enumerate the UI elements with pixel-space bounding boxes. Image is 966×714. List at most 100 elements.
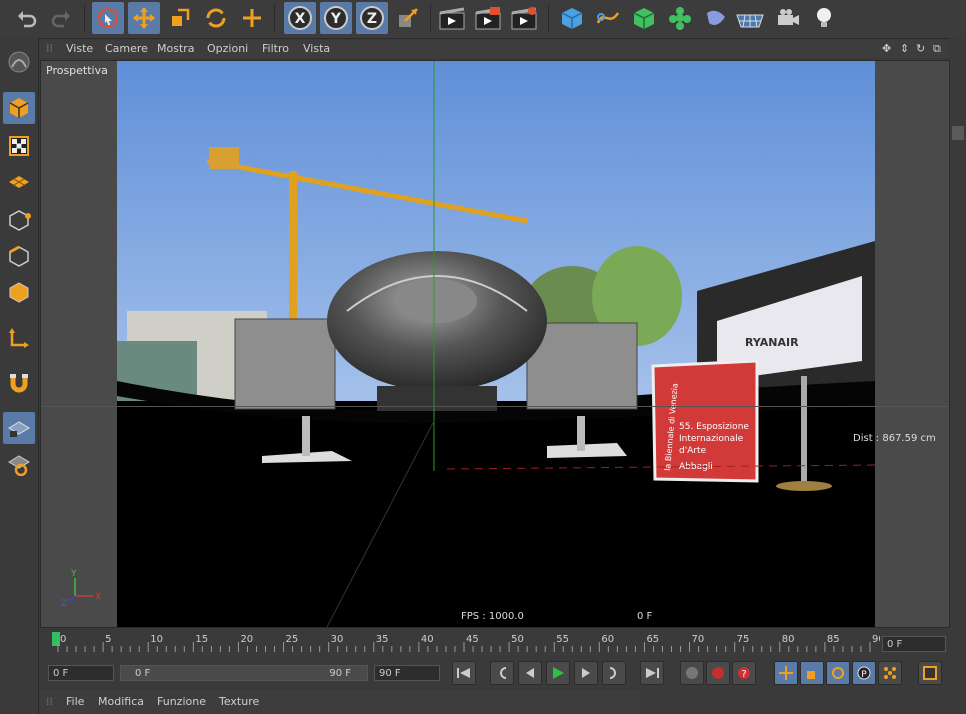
menu-mostra[interactable]: Mostra: [157, 42, 195, 55]
horizon-line: [41, 406, 949, 407]
key-position-icon[interactable]: [774, 661, 798, 685]
next-frame-icon[interactable]: [574, 661, 598, 685]
texture-mode-icon[interactable]: [3, 130, 35, 162]
key-parameter-icon[interactable]: P: [852, 661, 876, 685]
menu-file[interactable]: File: [66, 695, 84, 708]
scene-background: RYANAIR 55. Esposizione Internazionale d…: [117, 61, 875, 627]
timeline-tick-label: 25: [286, 634, 299, 645]
rotate-icon[interactable]: [200, 2, 232, 34]
pan-view-icon[interactable]: ✥: [882, 42, 891, 55]
snapping-magnet-icon[interactable]: [3, 366, 35, 398]
points-mode-icon[interactable]: [3, 204, 35, 236]
menu-vista[interactable]: Vista: [303, 42, 330, 55]
key-scale-icon[interactable]: [800, 661, 824, 685]
timeline-tick-label: 80: [782, 634, 795, 645]
menu-texture[interactable]: Texture: [219, 695, 259, 708]
left-toolbar: [0, 38, 39, 714]
timeline-tick-label: 90: [872, 634, 880, 645]
menu-filtro[interactable]: Filtro: [262, 42, 289, 55]
cube-primitive-icon[interactable]: [556, 2, 588, 34]
keyframe-help-icon[interactable]: ?: [732, 661, 756, 685]
redo-icon[interactable]: [46, 2, 78, 34]
grid-rotate-icon[interactable]: [3, 448, 35, 480]
play-icon[interactable]: [546, 661, 570, 685]
render-settings-icon[interactable]: [508, 2, 540, 34]
model-mode-icon[interactable]: [3, 46, 35, 78]
previous-frame-icon[interactable]: [518, 661, 542, 685]
undo-icon[interactable]: [10, 2, 42, 34]
svg-text:?: ?: [741, 669, 746, 680]
timeline-tick-label: 45: [466, 634, 479, 645]
key-pla-icon[interactable]: [878, 661, 902, 685]
move-icon[interactable]: [128, 2, 160, 34]
timeline-tick-label: 30: [331, 634, 344, 645]
end-frame-field[interactable]: 90 F: [374, 665, 440, 681]
subdivision-surface-icon[interactable]: [628, 2, 660, 34]
timeline-tick-label: 65: [646, 634, 659, 645]
menu-camere[interactable]: Camere: [105, 42, 148, 55]
edges-mode-icon[interactable]: [3, 240, 35, 272]
menu-modifica[interactable]: Modifica: [98, 695, 144, 708]
transform-icon[interactable]: [236, 2, 268, 34]
menu-funzione[interactable]: Funzione: [157, 695, 206, 708]
timeline-tick-label: 70: [692, 634, 705, 645]
drag-handle[interactable]: ⁞⁞: [46, 42, 53, 55]
deformer-icon[interactable]: [700, 2, 732, 34]
svg-text:Z: Z: [367, 11, 377, 27]
distance-readout: Dist : 867.59 cm: [853, 433, 936, 444]
x-axis-icon[interactable]: X: [284, 2, 316, 34]
rotate-view-icon[interactable]: ↻: [916, 42, 925, 55]
z-axis-icon[interactable]: Z: [356, 2, 388, 34]
frame-range-slider[interactable]: 0 F 90 F: [120, 665, 368, 681]
axis-mode-icon[interactable]: [3, 322, 35, 354]
floor-grid-icon[interactable]: [734, 2, 766, 34]
timeline-tick-label: 5: [105, 634, 111, 645]
next-key-icon[interactable]: [602, 661, 626, 685]
current-frame-field[interactable]: 0 F: [882, 636, 946, 652]
locked-workplane-icon[interactable]: [3, 412, 35, 444]
perspective-viewport[interactable]: Prospettiva RYANAIR 55. Esposizione Inte…: [40, 60, 950, 628]
camera-icon[interactable]: [772, 2, 804, 34]
scale-icon[interactable]: [164, 2, 196, 34]
frame-readout: 0 F: [637, 611, 653, 622]
timeline-tick-label: 15: [195, 634, 208, 645]
menu-opzioni[interactable]: Opzioni: [207, 42, 248, 55]
dolly-view-icon[interactable]: ⇕: [900, 42, 909, 55]
timeline-tick-label: 60: [601, 634, 614, 645]
light-bulb-icon[interactable]: [808, 2, 840, 34]
timeline-tick-label: 75: [737, 634, 750, 645]
mograph-cloner-icon[interactable]: [664, 2, 696, 34]
previous-key-icon[interactable]: [490, 661, 514, 685]
drag-handle[interactable]: ⁞⁞: [46, 695, 53, 708]
bus-text: RYANAIR: [745, 336, 799, 349]
timeline-tick-label: 55: [556, 634, 569, 645]
workplane-icon[interactable]: [3, 166, 35, 198]
svg-text:X: X: [95, 592, 101, 602]
timeline-tick-label: 85: [827, 634, 840, 645]
render-view-icon[interactable]: [436, 2, 468, 34]
material-manager-menubar: ⁞⁞ File Modifica Funzione Texture: [40, 690, 640, 714]
object-mode-icon[interactable]: [3, 92, 35, 124]
timeline-layout-icon[interactable]: [918, 661, 942, 685]
maximize-view-icon[interactable]: ⧉: [933, 42, 941, 56]
svg-text:Abbagli: Abbagli: [679, 462, 713, 472]
timeline-ruler[interactable]: 0 5 10 15 20 25 30 35 40 45 50 55 60 65 70 75 80 85 90 0 F: [40, 630, 948, 656]
start-frame-field[interactable]: 0 F: [48, 665, 114, 681]
svg-text:Y: Y: [70, 569, 77, 579]
polygons-mode-icon[interactable]: [3, 276, 35, 308]
go-to-start-icon[interactable]: [452, 661, 476, 685]
autokey-icon[interactable]: [706, 661, 730, 685]
svg-text:Internazionale: Internazionale: [679, 434, 744, 444]
record-active-icon[interactable]: [680, 661, 704, 685]
key-rotation-icon[interactable]: [826, 661, 850, 685]
svg-text:55. Esposizione: 55. Esposizione: [679, 422, 749, 432]
svg-text:Z: Z: [61, 599, 67, 606]
y-axis-icon[interactable]: Y: [320, 2, 352, 34]
render-picture-viewer-icon[interactable]: [472, 2, 504, 34]
biennale-sign: 55. Esposizione Internazionale d'Arte Ab…: [651, 359, 759, 483]
coordinate-system-icon[interactable]: [392, 2, 424, 34]
menu-viste[interactable]: Viste: [66, 42, 93, 55]
spline-pen-icon[interactable]: [592, 2, 624, 34]
go-to-end-icon[interactable]: [640, 661, 664, 685]
live-selection-icon[interactable]: [92, 2, 124, 34]
